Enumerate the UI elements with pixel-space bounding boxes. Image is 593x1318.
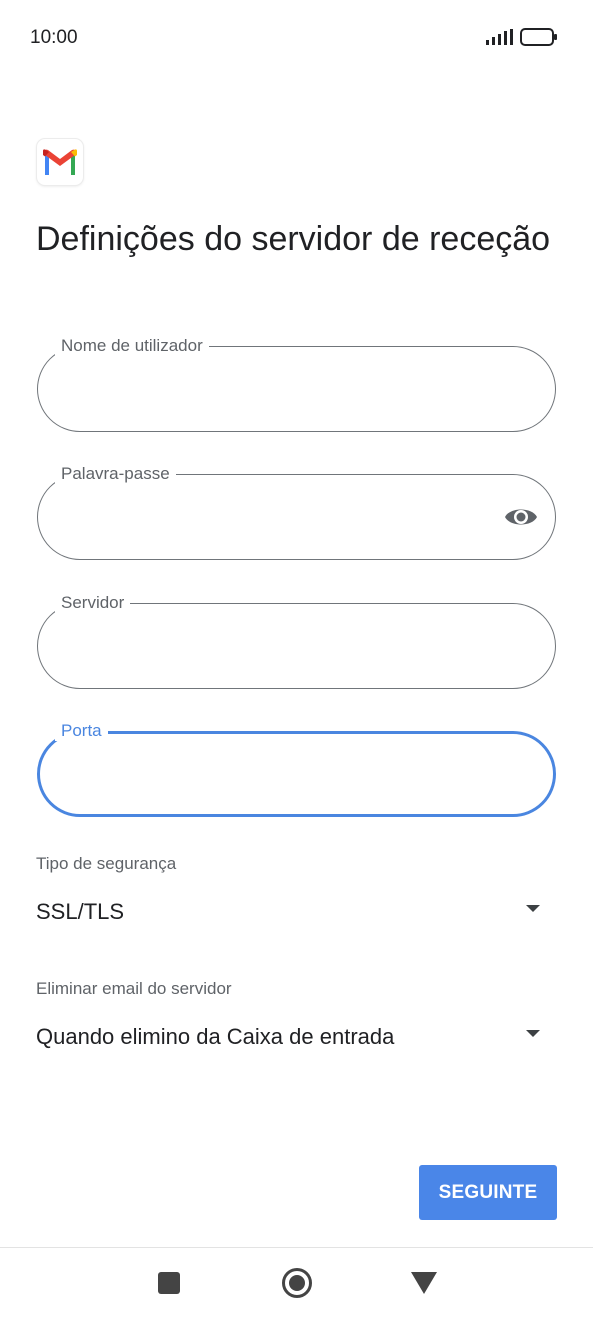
password-input[interactable] [59,474,499,560]
server-field[interactable]: Servidor [37,593,556,689]
security-type-label: Tipo de segurança [36,854,177,873]
nav-back-icon[interactable] [411,1272,437,1294]
nav-home-icon[interactable] [282,1268,312,1298]
next-button[interactable]: SEGUINTE [419,1165,557,1220]
dropdown-caret-icon [526,1030,540,1037]
page-title: Definições do servidor de receção [36,220,551,258]
security-type-value: SSL/TLS [36,899,125,924]
username-field[interactable]: Nome de utilizador [37,336,556,432]
username-input[interactable] [59,346,499,432]
signal-icon [486,29,513,45]
status-time: 10:00 [30,27,78,48]
security-type-select[interactable]: SSL/TLS [36,891,556,935]
eye-icon[interactable] [504,503,538,531]
nav-bar [0,1248,593,1318]
port-field[interactable]: Porta [37,721,556,817]
delete-email-select[interactable]: Quando elimino da Caixa de entrada [36,1016,556,1060]
gmail-logo [37,139,83,185]
status-bar: 10:00 [0,0,593,76]
battery-icon [520,28,557,46]
port-input[interactable] [59,731,499,817]
nav-recent-icon[interactable] [158,1272,180,1294]
delete-email-label: Eliminar email do servidor [36,979,232,998]
server-input[interactable] [59,603,499,689]
gmail-logo-icon [43,149,77,175]
dropdown-caret-icon [526,905,540,912]
password-field[interactable]: Palavra-passe [37,464,556,560]
delete-email-value: Quando elimino da Caixa de entrada [36,1024,395,1049]
